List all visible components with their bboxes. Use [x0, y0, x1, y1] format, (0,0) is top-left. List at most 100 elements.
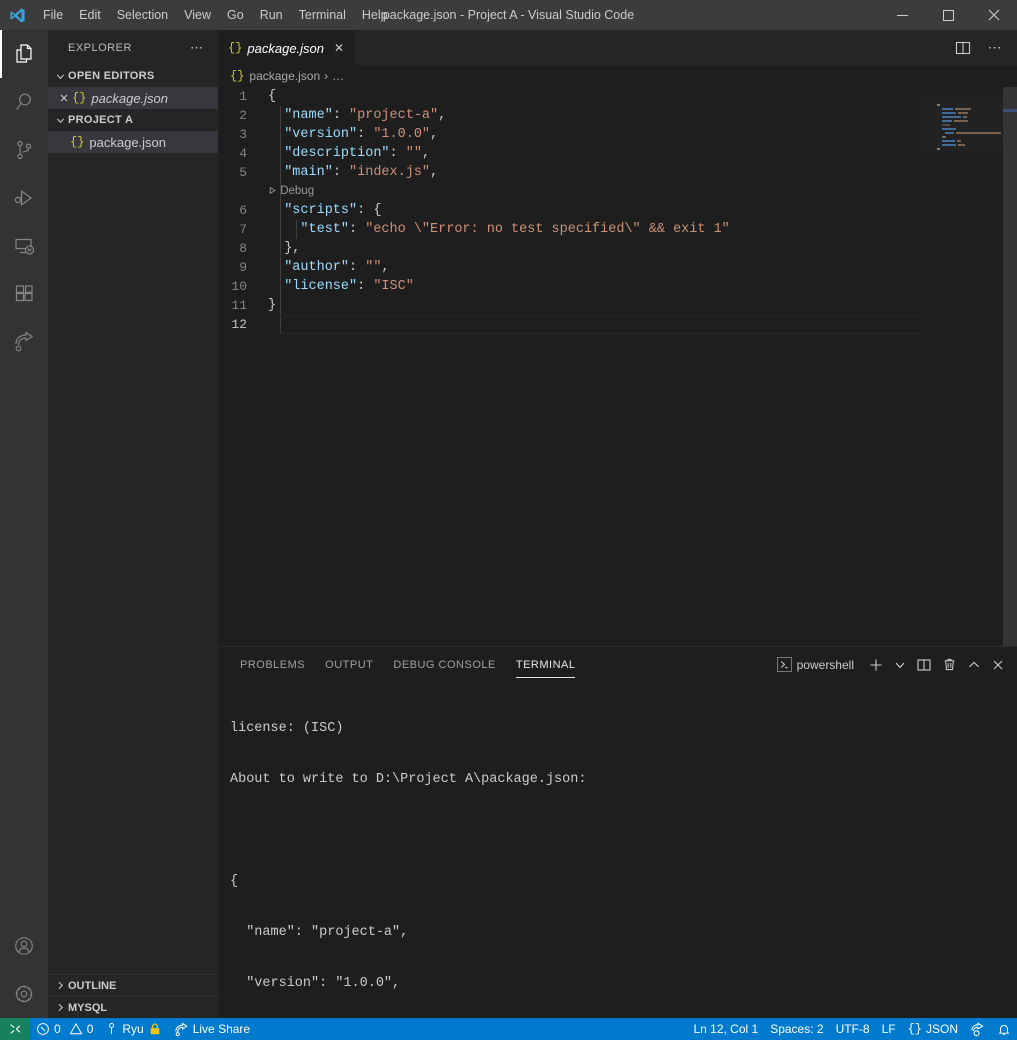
token: "echo \"Error: no test specified\" && ex… — [365, 222, 730, 237]
terminal-dropdown-button[interactable] — [890, 647, 910, 682]
activity-bar — [0, 30, 48, 1018]
remote-indicator[interactable] — [0, 1018, 30, 1040]
section-mysql[interactable]: MYSQL — [48, 996, 218, 1018]
status-indentation[interactable]: Spaces: 2 — [764, 1018, 829, 1040]
tab-package-json[interactable]: {} package.json ✕ — [218, 30, 356, 65]
section-outline[interactable]: OUTLINE — [48, 974, 218, 996]
bottom-panel: PROBLEMS OUTPUT DEBUG CONSOLE TERMINAL p… — [218, 646, 1017, 1018]
tab-terminal[interactable]: TERMINAL — [506, 647, 586, 682]
terminal-output[interactable]: license: (ISC) About to write to D:\Proj… — [218, 682, 1017, 1018]
sidebar-item-remote-explorer[interactable] — [0, 222, 48, 270]
editor-more-actions-button[interactable]: ⋯ — [981, 30, 1009, 65]
overview-ruler-mark — [1003, 109, 1017, 112]
vscode-logo-icon — [0, 0, 35, 30]
breadcrumb-file[interactable]: package.json — [249, 69, 320, 83]
line-text: "author": "", — [268, 258, 389, 277]
run-debug-icon — [12, 186, 36, 210]
live-share-icon — [12, 330, 36, 354]
vscode-window: File Edit Selection View Go Run Terminal… — [0, 0, 1017, 1040]
split-editor-right-button[interactable] — [949, 30, 977, 65]
minimap[interactable] — [921, 87, 1003, 646]
menu-go[interactable]: Go — [219, 0, 252, 30]
split-terminal-button[interactable] — [912, 647, 936, 682]
scrollbar-thumb[interactable] — [1003, 87, 1017, 646]
menu-view[interactable]: View — [176, 0, 219, 30]
breadcrumb-tail[interactable]: … — [332, 69, 344, 83]
status-language-mode[interactable]: {} JSON — [902, 1018, 964, 1040]
manage-settings-button[interactable] — [0, 970, 48, 1018]
close-button[interactable] — [971, 0, 1017, 30]
open-editor-item-package-json[interactable]: ✕ {} package.json — [48, 87, 218, 109]
status-account[interactable]: Ryu — [99, 1018, 167, 1040]
sidebar-item-extensions[interactable] — [0, 270, 48, 318]
line-number: 4 — [239, 146, 247, 161]
codelens-label[interactable]: Debug — [280, 185, 314, 197]
token: "scripts" — [284, 203, 358, 218]
file-item-label: package.json — [89, 134, 167, 150]
sidebar-more-actions-button[interactable]: ⋯ — [190, 40, 210, 56]
token: , — [430, 127, 439, 142]
error-icon — [36, 1022, 50, 1036]
status-bar: 0 0 Ryu Live Share Ln 12, Col 1 Spaces: … — [0, 1018, 1017, 1040]
token: : — [357, 127, 374, 142]
close-panel-button[interactable] — [987, 647, 1009, 682]
status-encoding[interactable]: UTF-8 — [830, 1018, 876, 1040]
tab-problems[interactable]: PROBLEMS — [230, 647, 315, 682]
code-editor[interactable]: 1 { 2 "name": "project-a", 3 "version": … — [218, 87, 1017, 646]
token: : — [357, 279, 374, 294]
token: : — [349, 260, 366, 275]
menu-run[interactable]: Run — [252, 0, 291, 30]
sidebar-item-source-control[interactable] — [0, 126, 48, 174]
sidebar-item-explorer[interactable] — [0, 30, 48, 78]
tab-output[interactable]: OUTPUT — [315, 647, 383, 682]
chevron-down-icon — [52, 115, 68, 126]
accounts-button[interactable] — [0, 922, 48, 970]
status-notifications[interactable] — [991, 1018, 1017, 1040]
remote-indicator-icon — [8, 1022, 22, 1036]
title-bar: File Edit Selection View Go Run Terminal… — [0, 0, 1017, 30]
menu-help[interactable]: Help — [354, 0, 396, 30]
menu-edit[interactable]: Edit — [71, 0, 109, 30]
split-editor-icon — [955, 40, 971, 56]
terminal-selector[interactable]: powershell — [773, 647, 862, 682]
sidebar-item-run-and-debug[interactable] — [0, 174, 48, 222]
status-cursor-position[interactable]: Ln 12, Col 1 — [687, 1018, 764, 1040]
code-line: 6 "scripts": { — [218, 201, 1017, 220]
editor-vertical-scrollbar[interactable] — [1003, 87, 1017, 646]
terminal-line: About to write to D:\Project A\package.j… — [230, 772, 587, 787]
menu-terminal[interactable]: Terminal — [291, 0, 354, 30]
token: } — [268, 298, 277, 313]
status-feedback[interactable] — [964, 1018, 991, 1040]
file-item-package-json[interactable]: {} package.json — [48, 131, 218, 153]
maximize-button[interactable] — [925, 0, 971, 30]
tab-close-icon[interactable]: ✕ — [334, 41, 344, 55]
close-editor-icon[interactable]: ✕ — [56, 92, 72, 105]
menu-file[interactable]: File — [35, 0, 71, 30]
maximize-panel-button[interactable] — [963, 647, 985, 682]
new-terminal-button[interactable] — [864, 647, 888, 682]
codelens-debug[interactable]: Debug — [218, 182, 1017, 201]
account-name: Ryu — [122, 1022, 144, 1036]
status-live-share[interactable]: Live Share — [168, 1018, 256, 1040]
minimize-button[interactable] — [879, 0, 925, 30]
code-lines: 1 { 2 "name": "project-a", 3 "version": … — [218, 87, 1017, 334]
sidebar-item-search[interactable] — [0, 78, 48, 126]
token: "name" — [284, 108, 333, 123]
status-eol[interactable]: LF — [876, 1018, 902, 1040]
section-open-editors[interactable]: OPEN EDITORS — [48, 65, 218, 87]
menu-selection[interactable]: Selection — [109, 0, 176, 30]
codelens-content[interactable]: Debug — [218, 182, 314, 201]
status-problems[interactable]: 0 0 — [30, 1018, 99, 1040]
tab-debug-console[interactable]: DEBUG CONSOLE — [383, 647, 505, 682]
tab-label: package.json — [247, 40, 325, 56]
kill-terminal-button[interactable] — [938, 647, 961, 682]
token: : — [332, 108, 350, 123]
sidebar-item-live-share[interactable] — [0, 318, 48, 366]
section-project-a[interactable]: PROJECT A — [48, 109, 218, 131]
token: "main" — [284, 165, 333, 180]
